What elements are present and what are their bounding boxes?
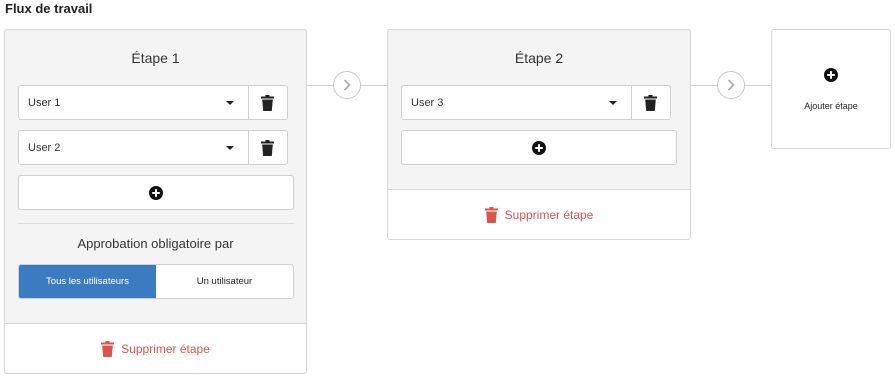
delete-stage-1-button[interactable]: Supprimer étape	[5, 323, 306, 373]
stage-1-user-row-2: User 2	[18, 130, 288, 165]
delete-user-button[interactable]	[247, 86, 287, 119]
approval-option-one-user[interactable]: Un utilisateur	[156, 265, 293, 298]
stage-1-title: Étape 1	[131, 50, 180, 66]
approval-option-all-users[interactable]: Tous les utilisateurs	[19, 265, 156, 298]
trash-icon	[260, 139, 274, 156]
stage-2-user-row-1: User 3	[401, 85, 671, 120]
delete-stage-label: Supprimer étape	[504, 207, 594, 222]
caret-down-icon	[226, 100, 234, 105]
page-title: Flux de travail	[5, 1, 93, 16]
add-user-button[interactable]	[18, 175, 294, 210]
plus-circle-icon	[149, 185, 163, 200]
user-dropdown[interactable]: User 1	[19, 86, 249, 119]
add-stage-label: Ajouter étape	[804, 101, 858, 111]
delete-user-button[interactable]	[630, 86, 670, 119]
stage-1-panel: Étape 1 User 1 User 2 Approbation obliga…	[4, 29, 307, 374]
approval-toggle: Tous les utilisateurs Un utilisateur	[18, 264, 294, 299]
add-stage-button[interactable]: Ajouter étape	[771, 29, 891, 149]
caret-down-icon	[226, 145, 234, 150]
next-stage-connector	[717, 71, 745, 99]
plus-circle-icon	[532, 140, 546, 155]
trash-icon	[101, 340, 115, 357]
approval-label: Approbation obligatoire par	[77, 236, 234, 251]
trash-icon	[643, 94, 657, 111]
next-stage-connector	[333, 71, 361, 99]
user-dropdown-value: User 2	[28, 141, 61, 154]
delete-stage-2-button[interactable]: Supprimer étape	[388, 189, 690, 239]
user-dropdown-value: User 3	[411, 96, 444, 109]
divider	[18, 223, 294, 224]
stage-1-user-row-1: User 1	[18, 85, 288, 120]
stage-2-panel: Étape 2 User 3 Supprimer étape	[387, 29, 691, 240]
trash-icon	[260, 94, 274, 111]
trash-icon	[484, 206, 498, 223]
chevron-right-icon	[343, 79, 351, 91]
user-dropdown[interactable]: User 2	[19, 131, 249, 164]
delete-stage-label: Supprimer étape	[121, 341, 210, 356]
plus-circle-icon	[824, 68, 838, 82]
chevron-right-icon	[727, 79, 735, 91]
user-dropdown-value: User 1	[28, 96, 61, 109]
caret-down-icon	[609, 100, 617, 105]
stage-2-title: Étape 2	[514, 50, 564, 66]
user-dropdown[interactable]: User 3	[402, 86, 632, 119]
add-user-button[interactable]	[401, 130, 677, 165]
delete-user-button[interactable]	[247, 131, 287, 164]
